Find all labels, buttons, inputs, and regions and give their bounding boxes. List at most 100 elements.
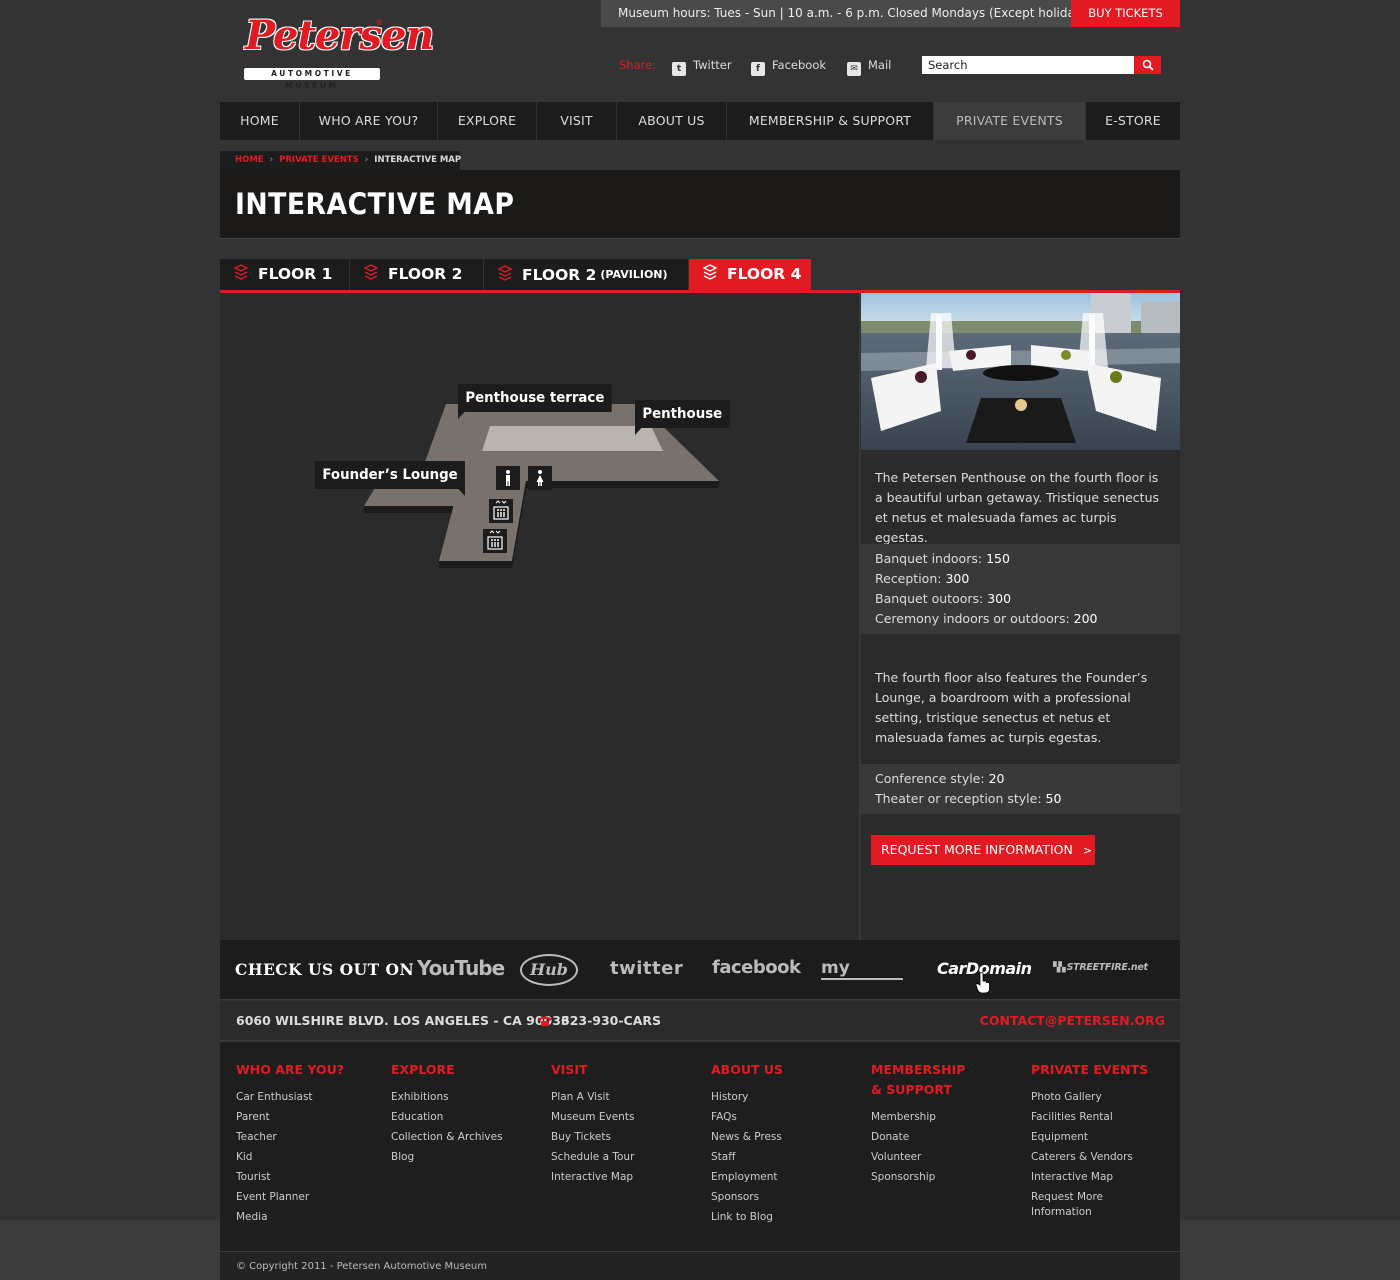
request-button-label: REQUEST MORE INFORMATION: [881, 842, 1073, 857]
footer-heading[interactable]: WHO ARE YOU?: [236, 1060, 386, 1080]
street-address: 6060 WILSHIRE BLVD. LOS ANGELES - CA 900…: [236, 1013, 570, 1028]
search-input[interactable]: [922, 56, 1134, 74]
twitter-link[interactable]: twitter: [610, 958, 683, 988]
tab-floor-2-label: FLOOR 2: [388, 265, 463, 283]
footer-link[interactable]: Link to Blog: [711, 1210, 861, 1225]
footer-link[interactable]: Tourist: [236, 1170, 386, 1185]
youtube-link[interactable]: YouTube: [417, 956, 505, 986]
footer-link[interactable]: Exhibitions: [391, 1090, 541, 1105]
layers-icon: [703, 264, 717, 280]
contact-email-link[interactable]: CONTACT@PETERSEN.ORG: [980, 1013, 1165, 1028]
footer-heading[interactable]: ABOUT US: [711, 1060, 861, 1080]
footer-link[interactable]: Equipment: [1031, 1130, 1151, 1145]
footer-link[interactable]: Event Planner: [236, 1190, 386, 1205]
footer-link[interactable]: Interactive Map: [1031, 1170, 1151, 1185]
tab-floor-2-pavilion[interactable]: FLOOR 2 (PAVILION): [484, 259, 689, 290]
footer-heading[interactable]: EXPLORE: [391, 1060, 541, 1080]
footer-link[interactable]: Car Enthusiast: [236, 1090, 386, 1105]
tab-floor-4[interactable]: FLOOR 4: [689, 259, 812, 290]
facebook-word: facebook: [712, 957, 801, 978]
share-facebook-label: Facebook: [772, 58, 827, 72]
breadcrumb-home[interactable]: HOME: [235, 155, 264, 165]
footer-link[interactable]: Photo Gallery: [1031, 1090, 1151, 1105]
footer-link[interactable]: Media: [236, 1210, 386, 1225]
map-label-penthouse-terrace[interactable]: Penthouse terrace: [458, 384, 612, 419]
map-label-penthouse[interactable]: Penthouse: [635, 400, 730, 435]
footer-link[interactable]: Collection & Archives: [391, 1130, 541, 1145]
footer-link[interactable]: Blog: [391, 1150, 541, 1165]
footer-column-visit: VISIT Plan A Visit Museum Events Buy Tic…: [551, 1060, 701, 1190]
buy-tickets-button[interactable]: BUY TICKETS: [1071, 0, 1180, 27]
footer-link[interactable]: FAQs: [711, 1110, 861, 1125]
capacity-row: Banquet indoors: 150: [875, 549, 1166, 569]
capacity-row: Reception: 300: [875, 569, 1166, 589]
footer-link[interactable]: Request More Information: [1031, 1190, 1151, 1220]
breadcrumb-private-events[interactable]: PRIVATE EVENTS: [279, 155, 359, 165]
hub-word: Hub: [530, 960, 568, 979]
petersen-logo[interactable]: Petersen ® AUTOMOTIVE MUSEUM: [243, 10, 435, 90]
womens-restroom-icon[interactable]: [528, 466, 552, 490]
footer-link[interactable]: Sponsors: [711, 1190, 861, 1205]
phone-text: 323-930-CARS: [561, 1013, 662, 1028]
map-label-founders-lounge[interactable]: Founder’s Lounge: [315, 461, 466, 496]
footer-heading[interactable]: VISIT: [551, 1060, 701, 1080]
hub-link[interactable]: Hub: [520, 954, 578, 986]
myspace-link[interactable]: my: [821, 958, 903, 980]
tab-floor-4-label: FLOOR 4: [727, 265, 802, 283]
request-more-information-button[interactable]: REQUEST MORE INFORMATION >: [871, 835, 1095, 865]
facebook-icon: f: [751, 62, 765, 76]
footer-link[interactable]: Membership: [871, 1110, 961, 1125]
footer-link[interactable]: Kid: [236, 1150, 386, 1165]
footer-link[interactable]: Caterers & Vendors: [1031, 1150, 1151, 1165]
mail-icon: ✉: [847, 62, 861, 76]
nav-private-events[interactable]: PRIVATE EVENTS: [934, 102, 1086, 140]
tab-floor-2[interactable]: FLOOR 2: [350, 259, 484, 290]
logo-subtitle: AUTOMOTIVE MUSEUM: [244, 68, 380, 90]
streetfire-link[interactable]: ▚▚ STREETFIRE.net: [1053, 962, 1148, 992]
footer-link[interactable]: Facilities Rental: [1031, 1110, 1151, 1125]
footer-link[interactable]: Education: [391, 1110, 541, 1125]
museum-hours: Museum hours: Tues - Sun | 10 a.m. - 6 p…: [601, 0, 1093, 27]
page-title: INTERACTIVE MAP: [235, 187, 515, 221]
share-facebook[interactable]: f Facebook: [751, 57, 827, 76]
elevator-icon[interactable]: [483, 529, 507, 553]
copyright: © Copyright 2011 - Petersen Automotive M…: [220, 1251, 1180, 1280]
phone-number[interactable]: 323-930-CARS: [537, 1013, 661, 1028]
nav-about-us[interactable]: ABOUT US: [617, 102, 727, 140]
footer-link[interactable]: Schedule a Tour: [551, 1150, 701, 1165]
chevron-right-icon: >: [1082, 844, 1093, 857]
footer-link[interactable]: History: [711, 1090, 861, 1105]
nav-explore[interactable]: EXPLORE: [438, 102, 537, 140]
nav-who-are-you[interactable]: WHO ARE YOU?: [300, 102, 438, 140]
elevator-icon[interactable]: [489, 499, 513, 523]
capacity-row: Banquet outoors: 300: [875, 589, 1166, 609]
nav-home[interactable]: HOME: [220, 102, 300, 140]
footer-link[interactable]: Employment: [711, 1170, 861, 1185]
footer-column-membership-support: MEMBERSHIP & SUPPORT Membership Donate V…: [871, 1060, 965, 1190]
footer-link[interactable]: Sponsorship: [871, 1170, 961, 1185]
tab-floor-1[interactable]: FLOOR 1: [220, 259, 350, 290]
footer-link[interactable]: Parent: [236, 1110, 386, 1125]
footer-link[interactable]: Staff: [711, 1150, 861, 1165]
mens-restroom-icon[interactable]: [496, 466, 520, 490]
nav-membership-support[interactable]: MEMBERSHIP & SUPPORT: [727, 102, 934, 140]
nav-e-store[interactable]: E-STORE: [1086, 102, 1180, 140]
share-twitter[interactable]: t Twitter: [672, 57, 732, 76]
footer-column-explore: EXPLORE Exhibitions Education Collection…: [391, 1060, 541, 1170]
footer-link[interactable]: Interactive Map: [551, 1170, 701, 1185]
footer-link[interactable]: News & Press: [711, 1130, 861, 1145]
facebook-link[interactable]: facebook: [712, 957, 801, 987]
tab-floor-2-pavilion-label: FLOOR 2: [522, 266, 597, 284]
nav-visit[interactable]: VISIT: [537, 102, 617, 140]
footer-link[interactable]: Donate: [871, 1130, 961, 1145]
footer-heading[interactable]: PRIVATE EVENTS: [1031, 1060, 1151, 1080]
capacity-label: Banquet outoors:: [875, 591, 984, 606]
footer-link[interactable]: Teacher: [236, 1130, 386, 1145]
footer-link[interactable]: Buy Tickets: [551, 1130, 701, 1145]
footer-link[interactable]: Museum Events: [551, 1110, 701, 1125]
footer-link[interactable]: Plan A Visit: [551, 1090, 701, 1105]
search-button[interactable]: [1134, 56, 1161, 74]
share-mail[interactable]: ✉ Mail: [847, 57, 891, 76]
footer-heading[interactable]: MEMBERSHIP & SUPPORT: [871, 1060, 965, 1100]
footer-link[interactable]: Volunteer: [871, 1150, 961, 1165]
